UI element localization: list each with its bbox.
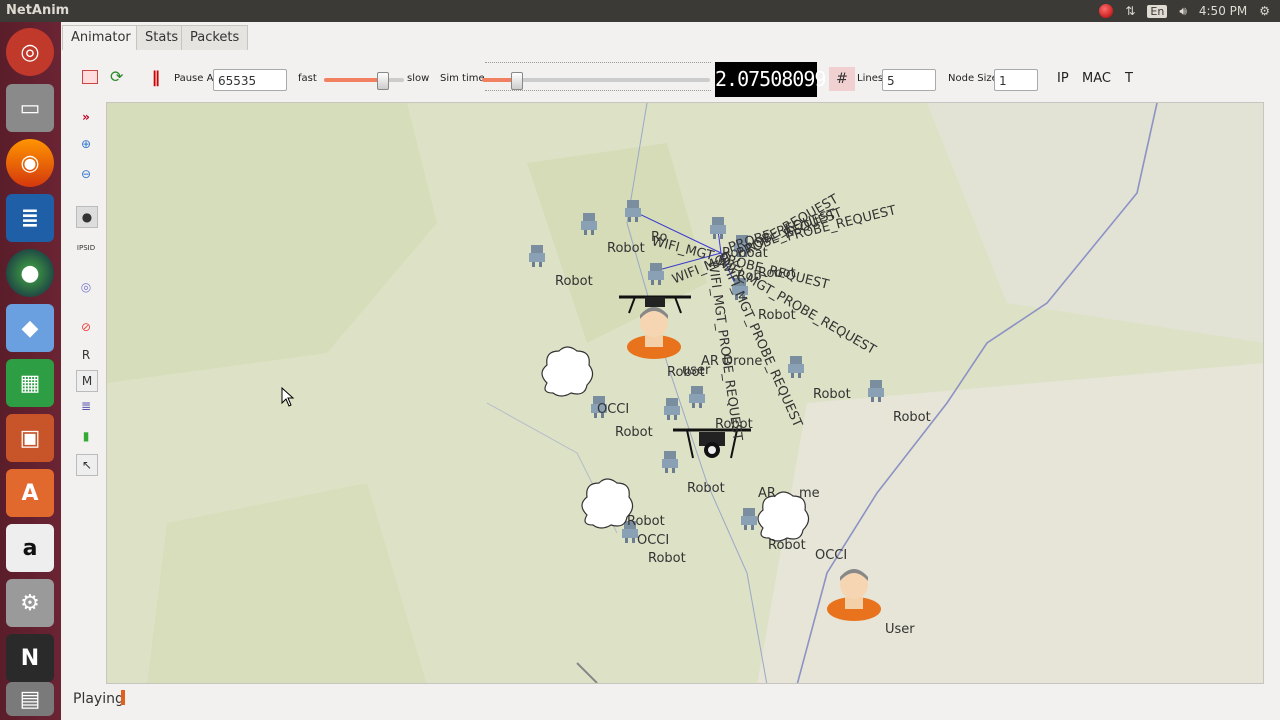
software-center-icon[interactable]: A [6, 469, 54, 517]
network-arrows-icon[interactable]: ⇅ [1125, 4, 1135, 18]
tab-animator[interactable]: Animator [62, 25, 140, 50]
no-entry-icon[interactable]: ⊘ [76, 317, 96, 337]
netanim-icon[interactable]: N [6, 634, 54, 682]
node-label: Robot [768, 538, 806, 553]
calc-icon[interactable]: ▦ [6, 359, 54, 407]
node-label: Robot [555, 274, 593, 289]
trash-icon[interactable]: ▤ [6, 682, 54, 716]
animator-toolbar: ⟳ ∥ Pause At 65535 fast slow Sim time # … [62, 56, 1280, 102]
ip-toggle[interactable]: IP [1057, 71, 1069, 86]
tab-packets[interactable]: Packets [181, 25, 249, 50]
node-label: Robot [893, 410, 931, 425]
node-label: me [799, 486, 820, 501]
node-label: Robot [615, 425, 653, 440]
ubuntu-home-icon[interactable]: ◎ [6, 28, 54, 76]
amazon-icon[interactable]: a [6, 524, 54, 572]
clock[interactable]: 4:50 PM [1199, 4, 1247, 18]
record-indicator-icon[interactable] [1099, 4, 1114, 18]
mouse-cursor-icon [281, 386, 295, 411]
status-text: Playing [73, 691, 124, 707]
node-label: OCCI [815, 548, 848, 563]
writer-icon[interactable]: ≣ [6, 194, 54, 242]
node-label: Robot [667, 365, 705, 380]
node-label: Robot [813, 387, 851, 402]
t-toggle[interactable]: T [1125, 71, 1133, 86]
pause-icon[interactable]: ∥ [152, 68, 160, 87]
sim-time-ticks-bottom [485, 90, 711, 95]
system-settings-icon[interactable]: ⚙ [6, 579, 54, 627]
pause-at-label: Pause At [174, 73, 218, 84]
fingerprint-icon[interactable]: ◎ [76, 277, 96, 297]
user-avatar-icon[interactable] [825, 563, 883, 625]
open-file-icon[interactable] [82, 70, 98, 84]
grid-toggle-icon[interactable]: # [829, 67, 855, 91]
m-tool[interactable]: M [76, 370, 98, 392]
pause-at-input[interactable]: 65535 [213, 69, 287, 91]
impress-icon[interactable]: ▣ [6, 414, 54, 462]
tab-bar: Animator Stats Packets [62, 22, 1280, 50]
firefox-icon[interactable]: ◉ [6, 139, 54, 187]
lines-spinbox[interactable]: 5 [882, 69, 936, 91]
window-title: NetAnim [6, 3, 70, 18]
sim-time-display: 2.07508099 [715, 62, 826, 97]
cube-icon[interactable]: ◆ [6, 304, 54, 352]
node-size-combo[interactable]: 1 [994, 69, 1038, 91]
speed-slider-handle[interactable] [377, 72, 389, 90]
sim-time-ticks-top [485, 62, 711, 67]
app-globe-icon[interactable]: ● [6, 249, 54, 297]
volume-icon[interactable]: 🔊︎ [1179, 4, 1187, 19]
ipsid-icon[interactable]: IPSID [76, 238, 96, 258]
reload-icon[interactable]: ⟳ [110, 67, 123, 86]
expand-icon[interactable]: » [76, 107, 96, 127]
robot-node-icon[interactable] [528, 245, 546, 271]
tab-stats[interactable]: Stats [136, 25, 188, 50]
robot-node-icon[interactable] [709, 217, 727, 243]
lines-label: Lines [857, 73, 884, 84]
settings-gear-icon[interactable]: ⚙ [1259, 4, 1270, 18]
app-launcher: ◎ ▭ ◉ ≣ ● ◆ ▦ ▣ A a ⚙ N ▤ [0, 22, 61, 720]
status-bar: Playing [62, 684, 1280, 720]
node-label: Robot [648, 551, 686, 566]
status-progress-caret [121, 690, 125, 705]
list-icon[interactable]: ≣ [76, 396, 96, 416]
zoom-out-icon[interactable]: ⊖ [76, 164, 96, 184]
pointer-tool-icon[interactable]: ↖ [76, 454, 98, 476]
keyboard-layout-indicator[interactable]: En [1147, 4, 1168, 18]
robot-node-icon[interactable] [787, 356, 805, 382]
zoom-in-icon[interactable]: ⊕ [76, 134, 96, 154]
robot-node-icon[interactable] [580, 213, 598, 239]
fast-label: fast [298, 73, 317, 84]
node-label: User [885, 622, 915, 637]
node-label: OCCI [597, 402, 630, 417]
robot-node-icon[interactable] [624, 200, 642, 226]
system-tray: ⇅ En 🔊︎ 4:50 PM ⚙ [1099, 0, 1280, 22]
robot-node-icon[interactable] [867, 380, 885, 406]
node-label: Robot [687, 481, 725, 496]
node-label: OCCI [637, 533, 670, 548]
cloud-icon[interactable] [537, 343, 595, 403]
user-avatar-icon[interactable] [625, 301, 683, 363]
speed-slider[interactable] [324, 78, 404, 82]
background-image-icon[interactable]: ● [76, 206, 98, 228]
node-label: AR [758, 486, 776, 501]
robot-node-icon[interactable] [647, 263, 665, 289]
sim-time-slider-handle[interactable] [511, 72, 523, 90]
slow-label: slow [407, 73, 430, 84]
r-tool[interactable]: R [76, 345, 96, 365]
node-label: Robot [607, 241, 645, 256]
robot-node-icon[interactable] [688, 386, 706, 412]
animation-canvas[interactable]: Robot Robot Ro Roboat Robot Rob Robot AR… [106, 102, 1264, 684]
node-size-label: Node Size [948, 73, 998, 84]
system-top-bar: NetAnim ⇅ En 🔊︎ 4:50 PM ⚙ [0, 0, 1280, 22]
battery-icon[interactable]: ▮ [76, 426, 96, 446]
robot-node-icon[interactable] [663, 398, 681, 424]
left-tool-column: » ⊕ ⊖ ● IPSID ◎ ⊘ R M ≣ ▮ ↖ [62, 102, 106, 684]
mac-toggle[interactable]: MAC [1082, 71, 1111, 86]
node-label: Robot [627, 514, 665, 529]
sim-time-label: Sim time [440, 73, 485, 84]
files-icon[interactable]: ▭ [6, 84, 54, 132]
